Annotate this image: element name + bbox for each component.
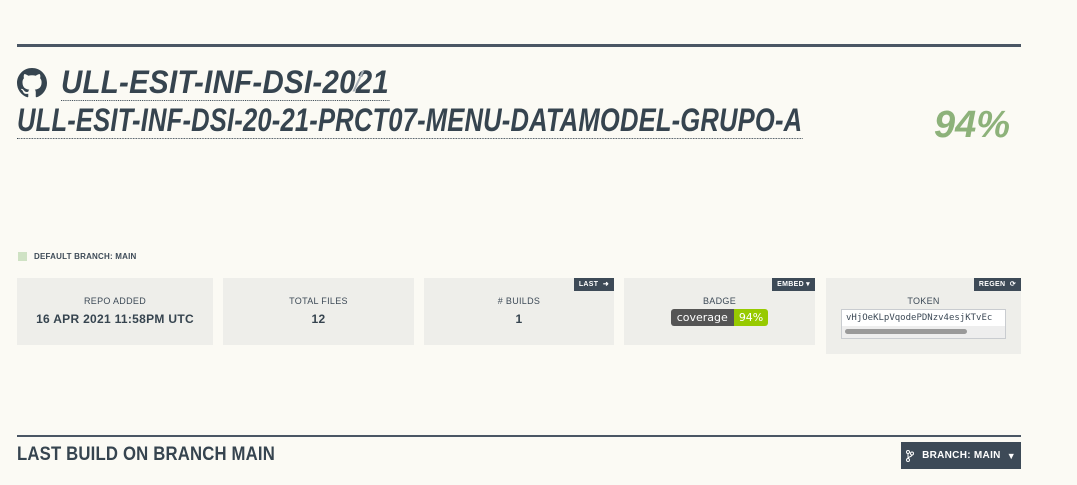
token-card: REGEN ⟳ TOKEN vHjOeKLpVqodePDNzv4esjKTvE… bbox=[826, 278, 1021, 354]
last-build-button[interactable]: LAST ➜ bbox=[573, 278, 614, 291]
bottom-rule bbox=[17, 435, 1021, 437]
arrow-right-circle-icon: ➜ bbox=[600, 281, 609, 288]
git-branch-icon bbox=[906, 449, 915, 462]
branch-dropdown-label: BRANCH: MAIN bbox=[922, 450, 1001, 461]
last-build-title: LAST BUILD ON BRANCH MAIN bbox=[17, 444, 275, 465]
default-branch-label: DEFAULT BRANCH: MAIN bbox=[34, 252, 137, 261]
repo-added-label: REPO ADDED bbox=[83, 296, 146, 306]
coverage-percentage: 94% bbox=[933, 104, 1010, 146]
github-icon bbox=[17, 67, 47, 97]
badge-label: BADGE bbox=[702, 296, 736, 306]
repo-added-card: REPO ADDED 16 APR 2021 11:58PM UTC bbox=[17, 278, 213, 345]
total-files-card: TOTAL FILES 12 bbox=[223, 278, 414, 345]
path-separator: / bbox=[354, 66, 362, 97]
coverage-badge-left: coverage bbox=[670, 309, 734, 326]
token-scrollbar[interactable] bbox=[845, 329, 967, 334]
owner-link[interactable]: ULL-ESIT-INF-DSI-2021 bbox=[61, 64, 390, 101]
last-build-button-label: LAST bbox=[578, 281, 599, 288]
token-label: TOKEN bbox=[907, 296, 940, 306]
badge-card: EMBED ▾ BADGE coverage 94% bbox=[624, 278, 815, 345]
total-files-value: 12 bbox=[311, 312, 326, 326]
builds-label: # BUILDS bbox=[497, 296, 541, 306]
builds-value: 1 bbox=[515, 312, 523, 326]
refresh-icon: ⟳ bbox=[1007, 281, 1016, 288]
repo-added-value: 16 APR 2021 11:58PM UTC bbox=[36, 312, 194, 326]
coverage-badge-right: 94% bbox=[733, 309, 769, 326]
regen-button-label: REGEN bbox=[978, 281, 1006, 288]
caret-down-icon: ▼ bbox=[1006, 450, 1016, 461]
default-branch-swatch bbox=[18, 252, 27, 261]
total-files-label: TOTAL FILES bbox=[289, 296, 348, 306]
token-field[interactable]: vHjOeKLpVqodePDNzv4esjKTvEc bbox=[841, 309, 1006, 339]
embed-button[interactable]: EMBED ▾ bbox=[772, 278, 815, 291]
top-rule bbox=[17, 44, 1021, 47]
default-branch: DEFAULT BRANCH: MAIN bbox=[18, 252, 137, 261]
token-value: vHjOeKLpVqodePDNzv4esjKTvEc bbox=[846, 313, 993, 323]
branch-dropdown-button[interactable]: BRANCH: MAIN ▼ bbox=[901, 442, 1021, 469]
regen-button[interactable]: REGEN ⟳ bbox=[973, 278, 1021, 291]
repo-link[interactable]: ULL-ESIT-INF-DSI-20-21-PRCT07-MENU-DATAM… bbox=[17, 102, 803, 139]
coverage-badge: coverage 94% bbox=[670, 309, 769, 326]
builds-card: LAST ➜ # BUILDS 1 bbox=[424, 278, 614, 345]
